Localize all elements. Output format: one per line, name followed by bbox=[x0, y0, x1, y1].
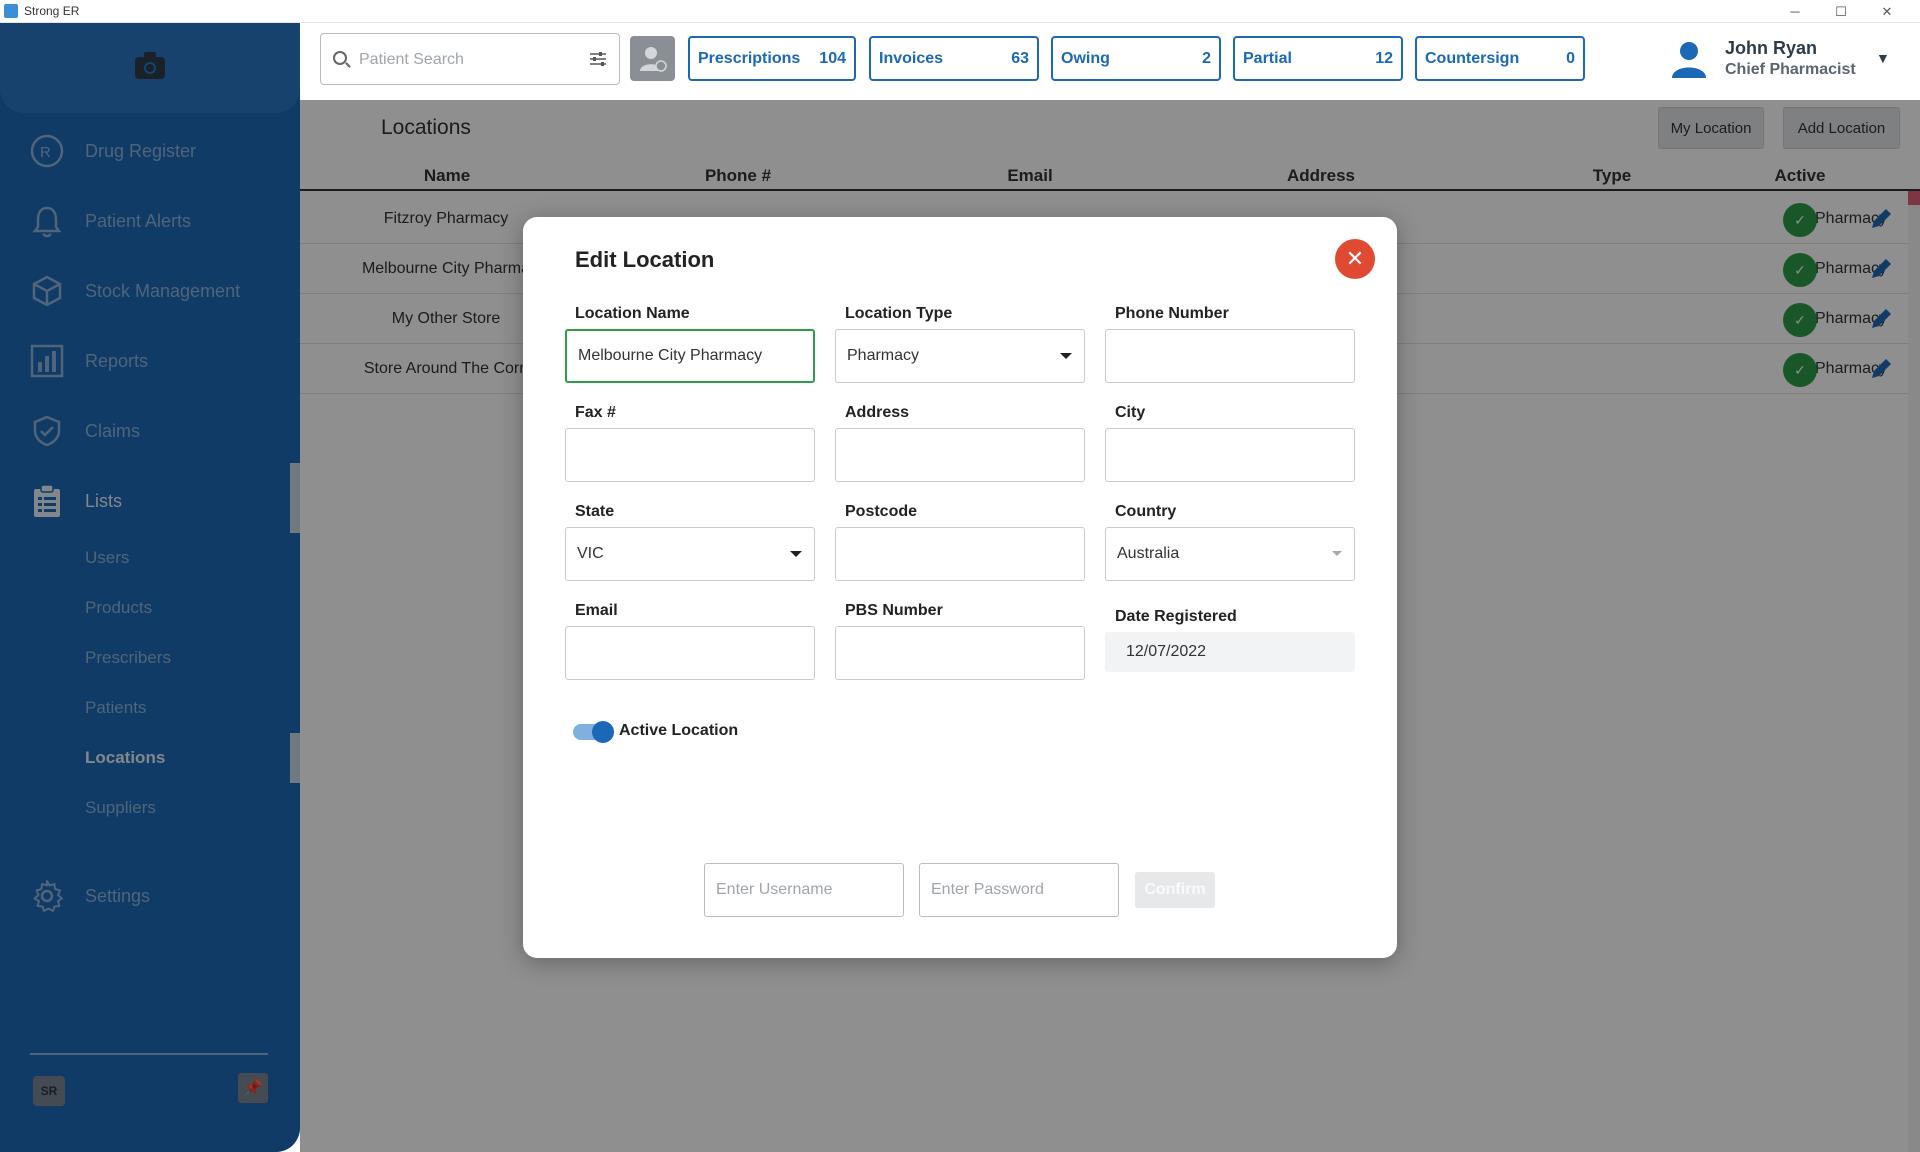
invoices-button[interactable]: Invoices 63 bbox=[869, 36, 1039, 81]
user-add-icon bbox=[639, 46, 667, 72]
search-icon bbox=[333, 51, 347, 65]
postcode-field[interactable] bbox=[835, 527, 1085, 581]
partial-count: 12 bbox=[1375, 49, 1393, 67]
prescriptions-count: 104 bbox=[819, 49, 846, 67]
pbs-number-field[interactable] bbox=[835, 626, 1085, 680]
state-select[interactable]: VIC bbox=[565, 527, 815, 581]
phone-number-field[interactable] bbox=[1105, 329, 1355, 383]
partial-button[interactable]: Partial 12 bbox=[1233, 36, 1403, 81]
window-title: Strong ER bbox=[24, 4, 80, 18]
patient-search[interactable] bbox=[320, 33, 620, 85]
password-field[interactable] bbox=[919, 863, 1119, 917]
confirm-button[interactable]: Confirm bbox=[1135, 872, 1215, 908]
fax-field[interactable] bbox=[565, 428, 815, 482]
countersign-count: 0 bbox=[1566, 49, 1575, 67]
country-label: Country bbox=[1115, 503, 1177, 520]
dropdown-caret-icon bbox=[1332, 551, 1342, 556]
close-icon[interactable]: ✕ bbox=[1335, 239, 1375, 279]
city-label: City bbox=[1115, 404, 1146, 421]
user-avatar-icon bbox=[1672, 42, 1706, 78]
minimize-button[interactable]: ─ bbox=[1772, 0, 1818, 23]
user-role: Chief Pharmacist bbox=[1725, 61, 1856, 78]
modal-backdrop-sidebar bbox=[0, 23, 300, 1152]
location-type-select[interactable]: Pharmacy bbox=[835, 329, 1085, 383]
state-label: State bbox=[575, 503, 615, 520]
invoices-count: 63 bbox=[1011, 49, 1029, 67]
chevron-down-icon[interactable]: ▼ bbox=[1876, 50, 1890, 66]
partial-label: Partial bbox=[1243, 49, 1292, 67]
user-name: John Ryan bbox=[1725, 38, 1818, 58]
country-value: Australia bbox=[1117, 545, 1180, 562]
countersign-button[interactable]: Countersign 0 bbox=[1415, 36, 1585, 81]
filter-sliders-icon[interactable] bbox=[589, 50, 607, 68]
date-registered-field: 12/07/2022 bbox=[1105, 632, 1355, 672]
location-type-value: Pharmacy bbox=[847, 347, 920, 364]
window-titlebar: Strong ER ─ ☐ ✕ bbox=[0, 0, 1920, 23]
add-patient-button[interactable] bbox=[630, 36, 675, 81]
postcode-label: Postcode bbox=[845, 503, 918, 520]
username-field[interactable] bbox=[704, 863, 904, 917]
password-input[interactable] bbox=[920, 864, 1118, 916]
email-label: Email bbox=[575, 602, 618, 619]
location-name-label: Location Name bbox=[575, 305, 690, 322]
prescriptions-button[interactable]: Prescriptions 104 bbox=[688, 36, 856, 81]
state-value: VIC bbox=[577, 545, 604, 562]
window-close-button[interactable]: ✕ bbox=[1864, 0, 1910, 23]
location-name-field[interactable]: Melbourne City Pharmacy bbox=[565, 329, 815, 383]
dropdown-caret-icon bbox=[1060, 353, 1072, 359]
invoices-label: Invoices bbox=[879, 49, 944, 67]
countersign-label: Countersign bbox=[1425, 49, 1520, 67]
restore-button[interactable]: ☐ bbox=[1818, 0, 1864, 23]
pbs-number-label: PBS Number bbox=[845, 602, 943, 619]
active-location-toggle[interactable] bbox=[573, 721, 614, 743]
address-field[interactable] bbox=[835, 428, 1085, 482]
dropdown-caret-icon bbox=[790, 551, 802, 557]
city-field[interactable] bbox=[1105, 428, 1355, 482]
address-label: Address bbox=[845, 404, 910, 421]
owing-label: Owing bbox=[1061, 49, 1110, 67]
window-controls: ─ ☐ ✕ bbox=[1772, 0, 1910, 23]
dialog-title: Edit Location bbox=[575, 247, 715, 272]
owing-count: 2 bbox=[1202, 49, 1211, 67]
active-location-label: Active Location bbox=[619, 722, 739, 739]
user-menu[interactable]: John Ryan Chief Pharmacist ▼ bbox=[1670, 36, 1900, 86]
date-registered-label: Date Registered bbox=[1115, 608, 1237, 625]
search-input[interactable] bbox=[359, 48, 559, 72]
owing-button[interactable]: Owing 2 bbox=[1051, 36, 1221, 81]
username-input[interactable] bbox=[705, 864, 903, 916]
app-icon bbox=[4, 4, 18, 18]
email-field[interactable] bbox=[565, 626, 815, 680]
prescriptions-label: Prescriptions bbox=[698, 49, 801, 67]
location-type-label: Location Type bbox=[845, 305, 953, 322]
edit-location-dialog: Edit Location ✕ Location Name Melbourne … bbox=[523, 217, 1397, 958]
phone-number-label: Phone Number bbox=[1115, 305, 1229, 322]
toggle-knob bbox=[592, 721, 614, 743]
fax-label: Fax # bbox=[575, 404, 616, 421]
country-select[interactable]: Australia bbox=[1105, 527, 1355, 581]
